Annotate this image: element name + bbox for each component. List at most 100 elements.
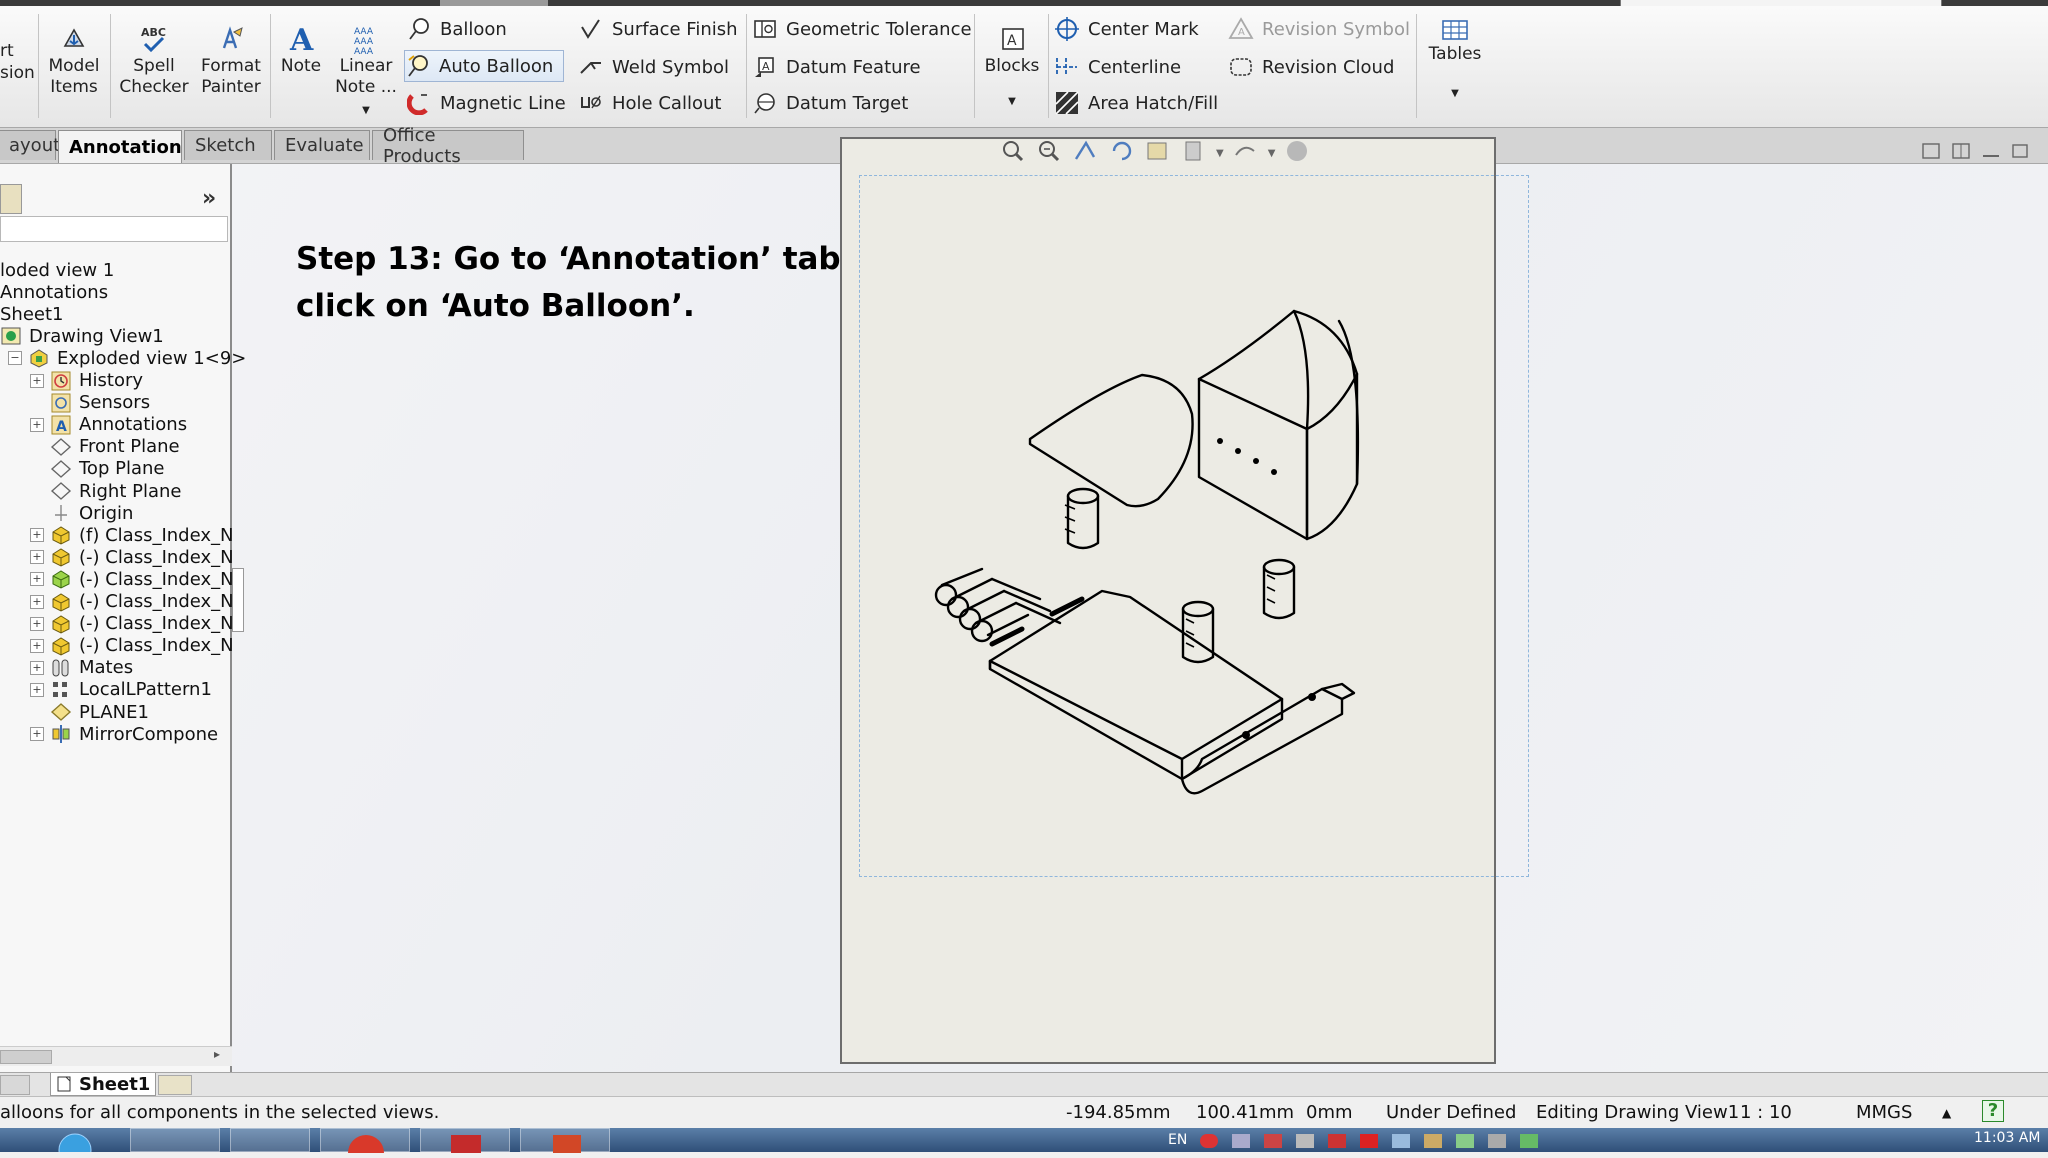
units-up-icon[interactable]: ▲: [1942, 1106, 1951, 1120]
tab-sheet1[interactable]: Sheet1: [50, 1073, 156, 1096]
rebuild-icon[interactable]: [1108, 139, 1136, 167]
tree-horizontal-scrollbar[interactable]: ▸: [0, 1046, 232, 1066]
tab-evaluate[interactable]: Evaluate: [274, 130, 370, 160]
tree-tab-icon[interactable]: [0, 184, 22, 214]
cut-off-button[interactable]: rt sion: [0, 40, 35, 90]
geometric-tolerance-button[interactable]: Geometric Tolerance: [752, 14, 972, 44]
taskbar-app-icon[interactable]: [230, 1128, 310, 1152]
tab-sketch[interactable]: Sketch: [184, 130, 272, 160]
drawing-view-boundary[interactable]: [859, 175, 1529, 877]
status-units[interactable]: MMGS: [1856, 1102, 1912, 1123]
add-sheet-icon[interactable]: [158, 1075, 192, 1095]
tray-icon[interactable]: [1232, 1134, 1250, 1148]
taskbar-solidworks-icon[interactable]: [420, 1128, 510, 1153]
tray-icon[interactable]: [1456, 1134, 1474, 1148]
tray-icon[interactable]: [1488, 1134, 1506, 1148]
expand-icon[interactable]: +: [30, 594, 44, 609]
center-mark-button[interactable]: Center Mark: [1054, 14, 1199, 44]
spell-checker-button[interactable]: ABC Spell Checker: [118, 24, 190, 104]
expand-icon[interactable]: +: [30, 727, 44, 742]
surface-finish-button[interactable]: Surface Finish: [578, 14, 738, 44]
tray-icon[interactable]: [1264, 1134, 1282, 1148]
balloon-button[interactable]: Balloon: [406, 14, 507, 44]
chevron-down-icon[interactable]: ▼: [1451, 83, 1459, 104]
tile-icon[interactable]: [1950, 141, 1972, 165]
zoom-to-fit-icon[interactable]: [1000, 139, 1028, 167]
spell-checker-icon: ABC: [137, 24, 171, 54]
format-painter-button[interactable]: Format Painter: [196, 24, 266, 104]
search-box[interactable]: [1620, 0, 1942, 6]
expand-icon[interactable]: +: [30, 660, 44, 675]
weld-symbol-button[interactable]: Weld Symbol: [578, 52, 729, 82]
hole-callout-button[interactable]: Hole Callout: [578, 88, 721, 118]
tray-icon[interactable]: [1392, 1134, 1410, 1148]
status-editing: Editing Drawing View1: [1536, 1102, 1740, 1123]
expand-icon[interactable]: +: [30, 682, 44, 697]
linear-note-label-1: Linear: [339, 56, 393, 76]
expand-icon[interactable]: +: [30, 373, 44, 388]
tray-icon[interactable]: [1520, 1134, 1538, 1148]
restore-icon[interactable]: [1920, 141, 1942, 165]
model-items-label-2: Items: [50, 77, 98, 97]
chevron-down-icon[interactable]: ▼: [1268, 148, 1276, 159]
tab-office-products[interactable]: Office Products: [372, 125, 524, 167]
language-indicator[interactable]: EN: [1168, 1132, 1187, 1156]
collapse-tree-icon[interactable]: »: [202, 186, 216, 211]
chevron-down-icon[interactable]: ▼: [1008, 91, 1016, 112]
tray-icon[interactable]: [1328, 1134, 1346, 1148]
display-style-icon[interactable]: [1180, 139, 1208, 167]
collapse-icon[interactable]: −: [8, 351, 22, 366]
tree-filter-input[interactable]: [0, 216, 228, 242]
centerline-button[interactable]: Centerline: [1054, 52, 1181, 82]
note-button[interactable]: A Note: [276, 23, 326, 104]
scroll-right-icon[interactable]: ▸: [214, 1047, 220, 1061]
expand-icon[interactable]: +: [30, 572, 44, 587]
taskbar-chrome-icon[interactable]: [320, 1128, 410, 1158]
linear-note-button[interactable]: AAA AAA AAA Linear Note ... ▼: [332, 24, 400, 116]
taskbar-explorer-icon[interactable]: [130, 1128, 220, 1152]
appearance-icon[interactable]: [1283, 139, 1311, 167]
scrollbar-thumb[interactable]: [0, 1050, 52, 1064]
area-hatch-fill-button[interactable]: Area Hatch/Fill: [1054, 88, 1218, 118]
auto-balloon-button[interactable]: Auto Balloon: [404, 50, 565, 82]
status-scale[interactable]: 1 : 10: [1740, 1102, 1792, 1123]
tree-item[interactable]: + MirrorCompone: [30, 720, 218, 748]
chevron-down-icon[interactable]: ▼: [1216, 148, 1224, 159]
sheet-nav-button[interactable]: [0, 1075, 30, 1095]
revision-symbol-button[interactable]: A Revision Symbol: [1228, 14, 1410, 44]
expand-icon[interactable]: +: [30, 550, 44, 565]
expand-icon[interactable]: +: [30, 528, 44, 543]
blocks-button[interactable]: A Blocks ▼: [980, 24, 1044, 107]
tray-icon[interactable]: [1360, 1134, 1378, 1148]
datum-target-button[interactable]: Datum Target: [752, 88, 908, 118]
clock[interactable]: 11:03 AM: [1974, 1130, 2040, 1154]
chevron-down-icon[interactable]: ▼: [362, 100, 370, 121]
hide-show-items-icon[interactable]: [1232, 139, 1260, 167]
tray-icon[interactable]: [1200, 1134, 1218, 1148]
tree-splitter-handle[interactable]: [232, 568, 244, 632]
tab-layout[interactable]: ayout: [0, 130, 60, 160]
tables-button[interactable]: Tables ▼: [1422, 18, 1488, 99]
start-button-icon[interactable]: [50, 1128, 100, 1158]
status-message: alloons for all components in the select…: [0, 1102, 440, 1123]
revision-symbol-icon: A: [1228, 16, 1254, 42]
view-settings-icon[interactable]: [1144, 139, 1172, 167]
model-items-button[interactable]: Model Items: [44, 24, 104, 104]
tray-icon[interactable]: [1424, 1134, 1442, 1148]
tab-annotation[interactable]: Annotation: [58, 130, 182, 163]
maximize-icon[interactable]: [2010, 141, 2028, 165]
revision-cloud-icon: [1228, 54, 1254, 80]
expand-icon[interactable]: +: [30, 417, 44, 432]
revision-cloud-button[interactable]: Revision Cloud: [1228, 52, 1394, 82]
datum-feature-button[interactable]: A Datum Feature: [752, 52, 921, 82]
expand-icon[interactable]: +: [30, 616, 44, 631]
tray-icon[interactable]: [1296, 1134, 1314, 1148]
expand-icon[interactable]: +: [30, 638, 44, 653]
magnetic-line-button[interactable]: Magnetic Line: [406, 88, 566, 118]
ribbon-separator: [974, 14, 975, 118]
previous-view-icon[interactable]: [1072, 139, 1100, 167]
taskbar-powerpoint-icon[interactable]: [520, 1128, 610, 1153]
zoom-to-area-icon[interactable]: [1036, 139, 1064, 167]
help-icon[interactable]: ?: [1982, 1100, 2004, 1122]
minimize-icon[interactable]: [1980, 141, 2002, 165]
